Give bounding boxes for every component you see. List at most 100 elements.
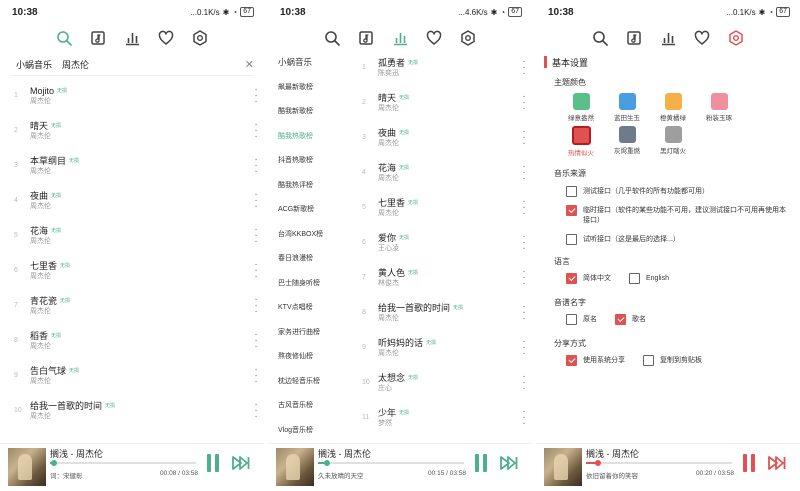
option[interactable]: 歌名 [615,314,646,325]
progress-bar[interactable] [318,460,464,466]
theme-swatch[interactable]: 粉装玉琢 [696,93,742,122]
music-file-nav-button[interactable] [356,28,376,48]
chart-board-item[interactable]: 家务进行曲榜 [268,320,340,345]
bar-chart-nav-button[interactable] [390,28,410,48]
song-row[interactable]: 8 稻香 无损 周杰伦 · · · [0,323,264,358]
song-row[interactable]: 9 听妈妈的话 无损 周杰伦 · · · [348,330,532,365]
next-button[interactable] [768,454,786,472]
gear-nav-button[interactable] [726,28,746,48]
checkbox[interactable] [566,186,577,197]
option[interactable]: 简体中文 [566,273,611,284]
music-file-nav-button[interactable] [624,28,644,48]
search-input[interactable]: 周杰伦 [62,58,245,71]
more-icon[interactable]: · · · [248,364,264,386]
theme-color-chip[interactable] [618,126,636,143]
more-icon[interactable]: · · · [248,224,264,246]
checkbox[interactable] [566,205,577,216]
song-row[interactable]: 6 七里香 无损 周杰伦 · · · [0,253,264,288]
chart-board-item[interactable]: Vlog音乐榜 [268,418,340,443]
option[interactable]: 复制到剪贴板 [643,355,702,366]
option[interactable]: English [629,273,669,284]
song-row[interactable]: 3 本草纲目 无损 周杰伦 · · · [0,148,264,183]
more-icon[interactable]: · · · [516,231,532,253]
more-icon[interactable]: · · · [516,371,532,393]
album-cover[interactable] [276,448,314,486]
chart-board-item[interactable]: 飙最新歌榜 [268,75,340,100]
search-nav-button[interactable] [54,28,74,48]
more-icon[interactable]: · · · [516,126,532,148]
heart-nav-button[interactable] [424,28,444,48]
heart-nav-button[interactable] [692,28,712,48]
progress-knob[interactable] [323,460,330,466]
option[interactable]: 测试接口（几乎软件的所有功能都可用） [536,186,800,197]
pause-button[interactable] [474,454,488,472]
next-button[interactable] [500,454,518,472]
more-icon[interactable]: · · · [516,301,532,323]
chart-board-item[interactable]: 酷我新歌榜 [268,99,340,124]
chart-board-item[interactable]: 巴士随身听榜 [268,271,340,296]
theme-swatch[interactable]: 灰烬重燃 [604,126,650,157]
more-icon[interactable]: · · · [248,189,264,211]
more-icon[interactable]: · · · [248,119,264,141]
gear-nav-button[interactable] [190,28,210,48]
search-source[interactable]: 小蜗音乐 [16,58,52,71]
progress-bar[interactable] [50,460,196,466]
theme-swatch[interactable]: 绿意盎然 [558,93,604,122]
chart-board-item[interactable]: 小蜗音乐 [268,50,340,75]
search-bar[interactable]: 小蜗音乐 周杰伦 ✕ [0,54,264,74]
search-nav-button[interactable] [322,28,342,48]
song-row[interactable]: 9 告白气球 无损 周杰伦 · · · [0,358,264,393]
song-row[interactable]: 1 Mojito 无损 周杰伦 · · · [0,78,264,113]
search-nav-button[interactable] [590,28,610,48]
song-row[interactable]: 7 黄人色 无损 林俊杰 · · · [348,260,532,295]
mini-player[interactable]: 搁浅 - 周杰伦 词：宋健彰 00:08 / 03:58 [0,443,264,491]
option[interactable]: 使用系统分享 [566,355,625,366]
theme-color-chip[interactable] [571,126,591,145]
option[interactable]: 原名 [566,314,597,325]
theme-swatch[interactable]: 黑灯瞎火 [650,126,696,157]
theme-color-chip[interactable] [618,93,636,110]
checkbox[interactable] [566,273,577,284]
checkbox[interactable] [566,234,577,245]
bar-chart-nav-button[interactable] [658,28,678,48]
progress-knob[interactable] [51,460,58,466]
chart-board-item[interactable]: ACG新歌榜 [268,197,340,222]
chart-board-item[interactable]: 古风音乐榜 [268,393,340,418]
progress-bar[interactable] [586,460,732,466]
option[interactable]: 临时接口（软件的某些功能不可用，建议测试接口不可用再使用本接口） [536,205,800,226]
chart-board-item[interactable]: KTV点唱榜 [268,295,340,320]
progress-knob[interactable] [595,460,602,466]
more-icon[interactable]: · · · [516,91,532,113]
clear-icon[interactable]: ✕ [245,58,254,71]
theme-color-chip[interactable] [664,93,682,110]
theme-color-chip[interactable] [710,93,728,110]
checkbox[interactable] [643,355,654,366]
album-cover[interactable] [8,448,46,486]
chart-board-item[interactable]: 台湾KKBOX榜 [268,222,340,247]
more-icon[interactable]: · · · [516,406,532,428]
theme-swatch[interactable]: 蓝田生玉 [604,93,650,122]
chart-board-item[interactable]: 酷我热歌榜 [268,124,340,149]
song-row[interactable]: 10 太想念 无损 庄心 · · · [348,365,532,400]
more-icon[interactable]: · · · [248,154,264,176]
album-cover[interactable] [544,448,582,486]
song-row[interactable]: 5 七里香 无损 周杰伦 · · · [348,190,532,225]
song-row[interactable]: 11 少年 无损 梦然 · · · [348,400,532,435]
heart-nav-button[interactable] [156,28,176,48]
more-icon[interactable]: · · · [248,399,264,421]
song-row[interactable]: 3 夜曲 无损 周杰伦 · · · [348,120,532,155]
more-icon[interactable]: · · · [516,336,532,358]
gear-nav-button[interactable] [458,28,478,48]
more-icon[interactable]: · · · [516,196,532,218]
song-row[interactable]: 4 花海 无损 周杰伦 · · · [348,155,532,190]
mini-player[interactable]: 搁浅 - 周杰伦 久未放晴的天空 00:15 / 03:58 [268,443,532,491]
bar-chart-nav-button[interactable] [122,28,142,48]
chart-board-item[interactable]: 春日浪漫榜 [268,246,340,271]
chart-board-item[interactable]: 抖音热歌榜 [268,148,340,173]
theme-color-chip[interactable] [572,93,590,110]
more-icon[interactable]: · · · [248,294,264,316]
song-row[interactable]: 6 爱你 无损 王心凌 · · · [348,225,532,260]
chart-board-item[interactable]: 酷我热评榜 [268,173,340,198]
music-file-nav-button[interactable] [88,28,108,48]
checkbox[interactable] [566,314,577,325]
